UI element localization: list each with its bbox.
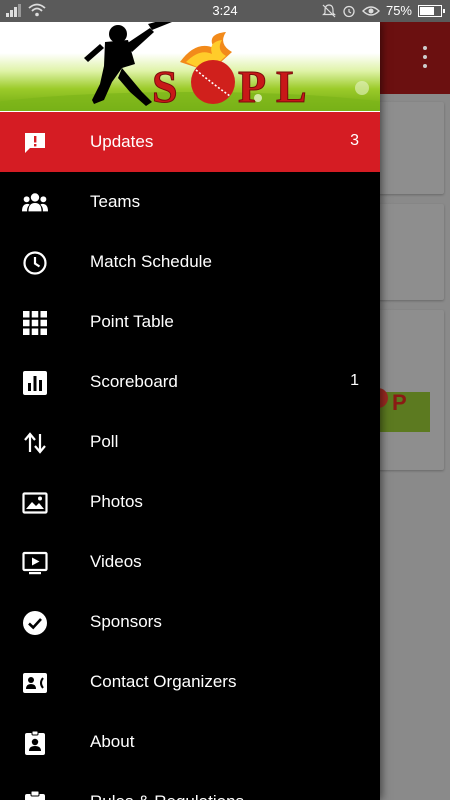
- drawer-menu: Updates 3 Teams Match Schedule Point Tab…: [0, 112, 380, 800]
- menu-item-label: Rules & Regulations: [90, 792, 244, 800]
- menu-item-label: Point Table: [90, 312, 174, 331]
- battery-percent: 75%: [385, 3, 412, 18]
- clock-icon: [22, 250, 48, 276]
- menu-item-teams[interactable]: Teams: [0, 172, 380, 232]
- menu-item-videos[interactable]: Videos: [0, 532, 380, 592]
- menu-item-contact-organizers[interactable]: Contact Organizers: [0, 652, 380, 712]
- menu-item-about[interactable]: About: [0, 712, 380, 772]
- video-icon: [22, 550, 48, 576]
- group-icon: [22, 190, 48, 216]
- message-alert-icon: [22, 130, 48, 156]
- navigation-drawer: S P L Updates 3 Teams Match Schedule Poi…: [0, 22, 380, 800]
- drawer-header-banner: S P L: [0, 22, 380, 111]
- menu-item-poll[interactable]: Poll: [0, 412, 380, 472]
- svg-text:P: P: [392, 390, 407, 415]
- alarm-icon: [343, 5, 355, 17]
- menu-item-updates[interactable]: Updates 3: [0, 112, 380, 172]
- swap-vertical-icon: [22, 430, 48, 456]
- menu-item-point-table[interactable]: Point Table: [0, 292, 380, 352]
- menu-item-scoreboard[interactable]: Scoreboard 1: [0, 352, 380, 412]
- menu-item-label: Teams: [90, 192, 141, 211]
- check-circle-icon: [22, 610, 48, 636]
- contact-card-icon: [22, 670, 48, 696]
- menu-item-photos[interactable]: Photos: [0, 472, 380, 532]
- notification-off-icon: [322, 3, 336, 17]
- menu-item-rules-regulations[interactable]: Rules & Regulations: [0, 772, 380, 800]
- svg-text:S: S: [152, 61, 178, 111]
- menu-item-label: Match Schedule: [90, 252, 212, 271]
- menu-item-label: Updates: [90, 132, 154, 151]
- menu-item-count: 3: [350, 132, 359, 149]
- menu-item-label: Sponsors: [90, 612, 162, 631]
- bar-chart-icon: [22, 370, 48, 396]
- grid-icon: [22, 310, 48, 336]
- photo-icon: [22, 490, 48, 516]
- menu-item-label: Scoreboard: [90, 372, 178, 391]
- menu-item-label: Videos: [90, 552, 142, 571]
- svg-text:P: P: [238, 61, 266, 111]
- battery-icon: [418, 4, 445, 17]
- menu-item-sponsors[interactable]: Sponsors: [0, 592, 380, 652]
- eye-icon: [361, 5, 380, 16]
- badge-icon: [22, 730, 48, 756]
- menu-item-count: 1: [350, 372, 359, 389]
- status-bar: 3:24 75%: [0, 0, 450, 22]
- clipboard-icon: [22, 790, 48, 800]
- svg-text:L: L: [276, 61, 307, 111]
- menu-item-label: Contact Organizers: [90, 672, 237, 691]
- menu-item-label: Photos: [90, 492, 143, 511]
- overflow-menu-icon[interactable]: [422, 46, 428, 68]
- menu-item-label: About: [90, 732, 135, 751]
- menu-item-match-schedule[interactable]: Match Schedule: [0, 232, 380, 292]
- menu-item-label: Poll: [90, 432, 119, 451]
